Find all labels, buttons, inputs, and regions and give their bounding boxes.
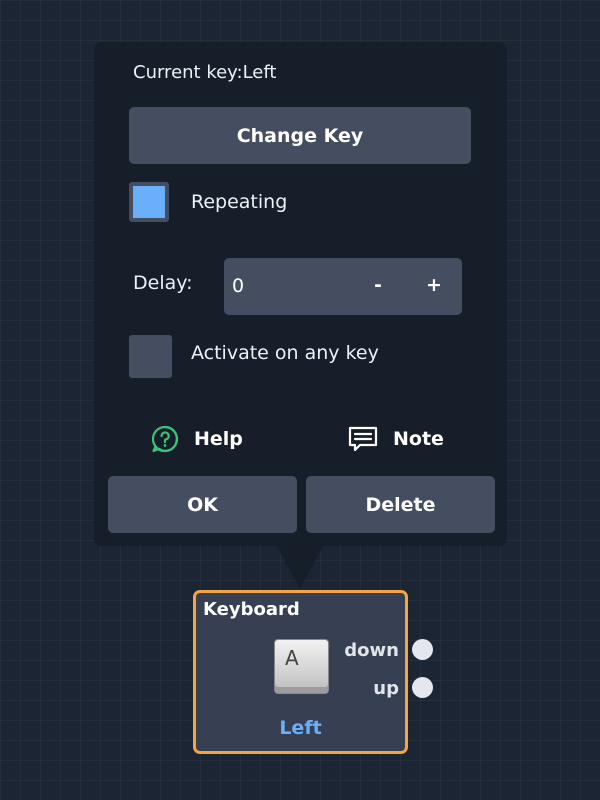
key-glyph: A [285, 646, 299, 670]
delay-stepper: 0 - + [224, 258, 462, 315]
repeating-checkbox[interactable] [129, 182, 169, 222]
ok-button[interactable]: OK [108, 476, 297, 533]
port-label-down: down [344, 640, 399, 661]
output-port-up[interactable] [412, 677, 433, 698]
delay-input[interactable]: 0 [232, 275, 244, 297]
delete-button[interactable]: Delete [306, 476, 495, 533]
node-title: Keyboard [203, 599, 300, 620]
note-label: Note [393, 428, 444, 450]
change-key-button[interactable]: Change Key [129, 107, 471, 164]
note-icon [347, 424, 379, 454]
repeating-label: Repeating [191, 191, 288, 213]
popup-pointer [276, 545, 324, 589]
help-button[interactable]: Help [150, 424, 243, 454]
node-key-name: Left [279, 717, 322, 739]
activate-any-key-checkbox[interactable] [129, 335, 172, 378]
activate-any-key-label: Activate on any key [191, 342, 379, 364]
delay-decrement-button[interactable]: - [364, 270, 392, 300]
current-key-label: Current key:Left [133, 62, 277, 83]
delay-increment-button[interactable]: + [420, 270, 448, 300]
node-settings-popup: Current key:Left Change Key Repeating De… [94, 42, 507, 546]
delay-label: Delay: [133, 272, 193, 294]
port-label-up: up [373, 678, 399, 699]
output-port-down[interactable] [412, 639, 433, 660]
help-label: Help [194, 428, 243, 450]
keyboard-node[interactable]: Keyboard A down up Left [193, 590, 408, 754]
note-button[interactable]: Note [347, 424, 444, 454]
help-circle-icon [150, 424, 180, 454]
keyboard-key-icon: A [274, 639, 329, 694]
